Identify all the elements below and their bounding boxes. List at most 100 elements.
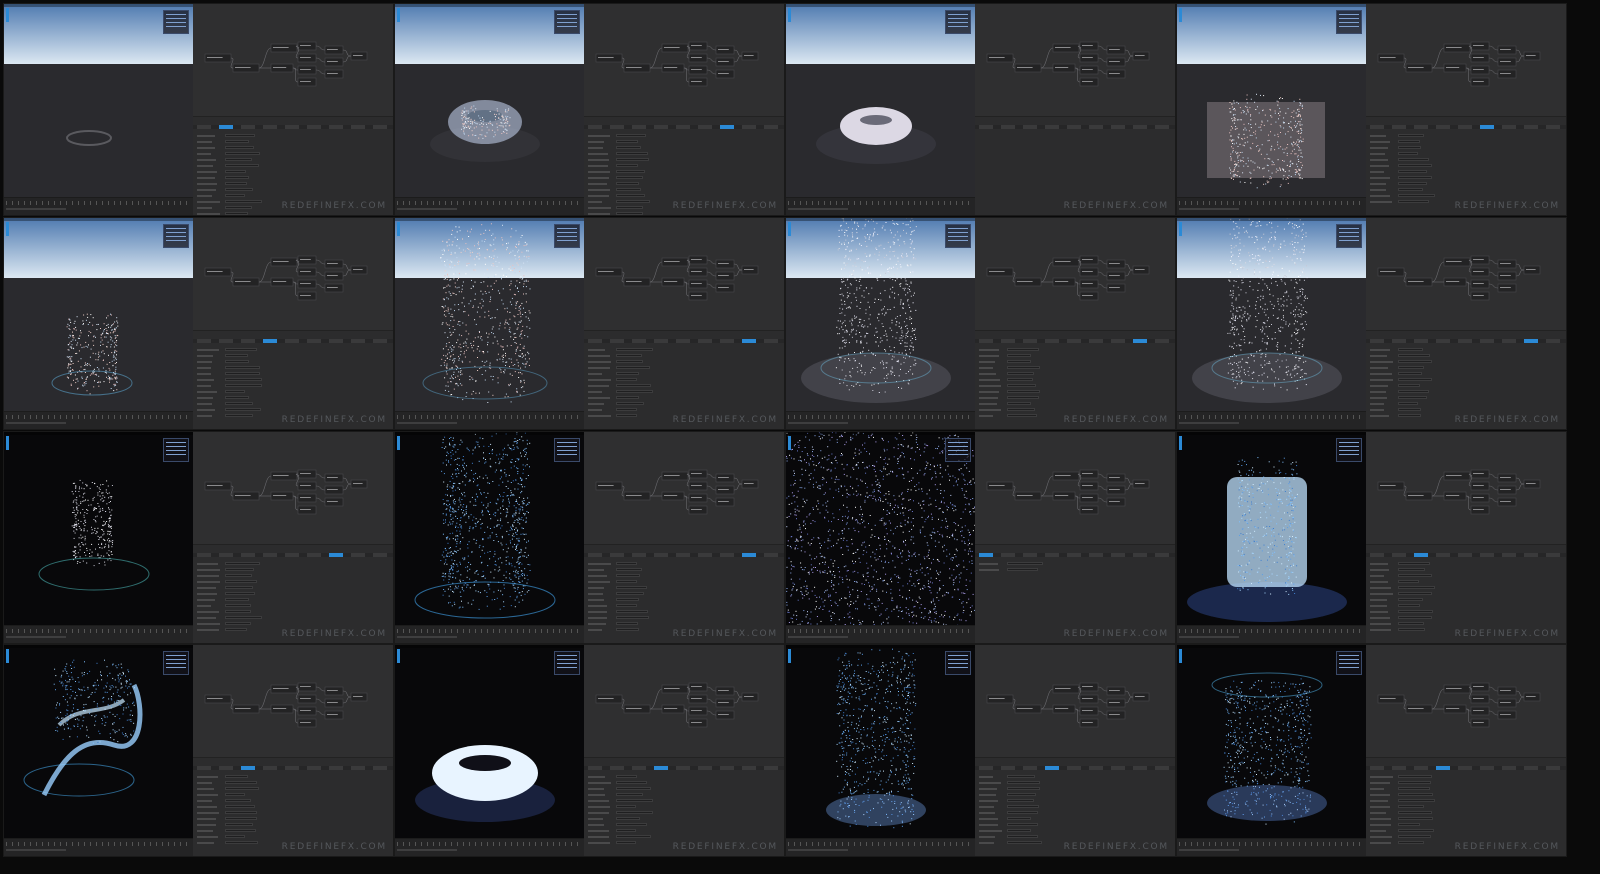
properties-tab-3[interactable] <box>241 766 255 770</box>
properties-tab-4[interactable] <box>263 766 277 770</box>
properties-tab-5[interactable] <box>1067 125 1081 129</box>
properties-tab-8[interactable] <box>1524 766 1538 770</box>
properties-tab-2[interactable] <box>1392 553 1406 557</box>
viewport-menu-icon[interactable] <box>397 436 400 450</box>
properties-tab-2[interactable] <box>610 125 624 129</box>
properties-tab-9[interactable] <box>1546 339 1560 343</box>
property-field[interactable] <box>1398 793 1433 796</box>
viewport-menu-icon[interactable] <box>6 222 9 236</box>
property-field[interactable] <box>1398 140 1420 143</box>
properties-tab-3[interactable] <box>1414 339 1428 343</box>
properties-tab-6[interactable] <box>1480 339 1494 343</box>
property-field[interactable] <box>616 158 649 161</box>
viewport-menu-icon[interactable] <box>1179 222 1182 236</box>
properties-tab-5[interactable] <box>676 339 690 343</box>
properties-tab-5[interactable] <box>1458 339 1472 343</box>
properties-tab-1[interactable] <box>588 553 602 557</box>
properties-tab-8[interactable] <box>1524 339 1538 343</box>
node-editor[interactable] <box>1366 645 1566 757</box>
properties-tab-1[interactable] <box>1370 766 1384 770</box>
property-field[interactable] <box>1398 604 1420 607</box>
properties-tab-2[interactable] <box>219 339 233 343</box>
property-field[interactable] <box>225 592 255 595</box>
property-field[interactable] <box>1398 176 1432 179</box>
property-field[interactable] <box>225 354 248 357</box>
properties-tab-5[interactable] <box>1458 125 1472 129</box>
node-editor[interactable] <box>1366 4 1566 116</box>
properties-tab-9[interactable] <box>764 125 778 129</box>
properties-tab-4[interactable] <box>654 125 668 129</box>
property-field[interactable] <box>1398 170 1427 173</box>
property-field[interactable] <box>1007 354 1031 357</box>
properties-tab-1[interactable] <box>979 553 993 557</box>
property-field[interactable] <box>616 348 653 351</box>
properties-tab-6[interactable] <box>698 125 712 129</box>
properties-tab-1[interactable] <box>197 125 211 129</box>
properties-tab-6[interactable] <box>307 766 321 770</box>
properties-tab-5[interactable] <box>676 125 690 129</box>
property-field[interactable] <box>1398 817 1433 820</box>
property-field[interactable] <box>1398 562 1430 565</box>
property-field[interactable] <box>616 212 643 215</box>
property-field[interactable] <box>1398 592 1432 595</box>
property-field[interactable] <box>1007 835 1038 838</box>
property-field[interactable] <box>1398 360 1432 363</box>
property-field[interactable] <box>616 384 651 387</box>
property-field[interactable] <box>1398 354 1430 357</box>
property-field[interactable] <box>1398 622 1424 625</box>
property-field[interactable] <box>1007 811 1038 814</box>
timeline-ruler[interactable] <box>6 201 191 205</box>
timeline-ruler[interactable] <box>1179 842 1364 846</box>
property-field[interactable] <box>225 616 262 619</box>
property-field[interactable] <box>1398 823 1420 826</box>
viewport-menu-icon[interactable] <box>397 649 400 663</box>
property-field[interactable] <box>1398 628 1425 631</box>
timeline[interactable] <box>786 625 975 643</box>
timeline-ruler[interactable] <box>6 629 191 633</box>
property-field[interactable] <box>1007 372 1034 375</box>
property-field[interactable] <box>1398 811 1432 814</box>
timeline-ruler[interactable] <box>788 201 973 205</box>
property-field[interactable] <box>225 158 252 161</box>
property-field[interactable] <box>225 793 245 796</box>
properties-tab-6[interactable] <box>1089 125 1103 129</box>
timeline-ruler[interactable] <box>397 842 582 846</box>
properties-tab-8[interactable] <box>351 553 365 557</box>
viewport-menu-icon[interactable] <box>1179 649 1182 663</box>
properties-tab-8[interactable] <box>1133 125 1147 129</box>
property-field[interactable] <box>616 200 650 203</box>
property-field[interactable] <box>225 811 257 814</box>
timeline-ruler[interactable] <box>1179 629 1364 633</box>
timeline[interactable] <box>395 411 584 429</box>
property-field[interactable] <box>1007 829 1031 832</box>
properties-tab-1[interactable] <box>588 125 602 129</box>
property-field[interactable] <box>225 176 249 179</box>
property-field[interactable] <box>1398 775 1432 778</box>
property-field[interactable] <box>616 182 639 185</box>
property-field[interactable] <box>225 182 247 185</box>
properties-tab-1[interactable] <box>1370 339 1384 343</box>
property-field[interactable] <box>616 408 637 411</box>
properties-tab-5[interactable] <box>676 766 690 770</box>
property-field[interactable] <box>225 378 262 381</box>
property-field[interactable] <box>225 366 260 369</box>
timeline-ruler[interactable] <box>1179 415 1364 419</box>
property-field[interactable] <box>225 799 251 802</box>
timeline[interactable] <box>1177 411 1366 429</box>
node-editor[interactable] <box>1366 218 1566 330</box>
property-field[interactable] <box>225 396 249 399</box>
properties-tab-2[interactable] <box>610 766 624 770</box>
properties-tab-2[interactable] <box>1392 766 1406 770</box>
properties-tab-1[interactable] <box>1370 553 1384 557</box>
property-field[interactable] <box>616 799 653 802</box>
property-field[interactable] <box>616 598 639 601</box>
property-field[interactable] <box>1007 805 1039 808</box>
properties-tab-6[interactable] <box>307 125 321 129</box>
property-field[interactable] <box>616 360 643 363</box>
properties-tab-7[interactable] <box>329 125 343 129</box>
properties-tab-7[interactable] <box>720 766 734 770</box>
timeline[interactable] <box>395 625 584 643</box>
property-field[interactable] <box>1398 781 1431 784</box>
properties-tab-2[interactable] <box>219 125 233 129</box>
property-field[interactable] <box>616 372 639 375</box>
